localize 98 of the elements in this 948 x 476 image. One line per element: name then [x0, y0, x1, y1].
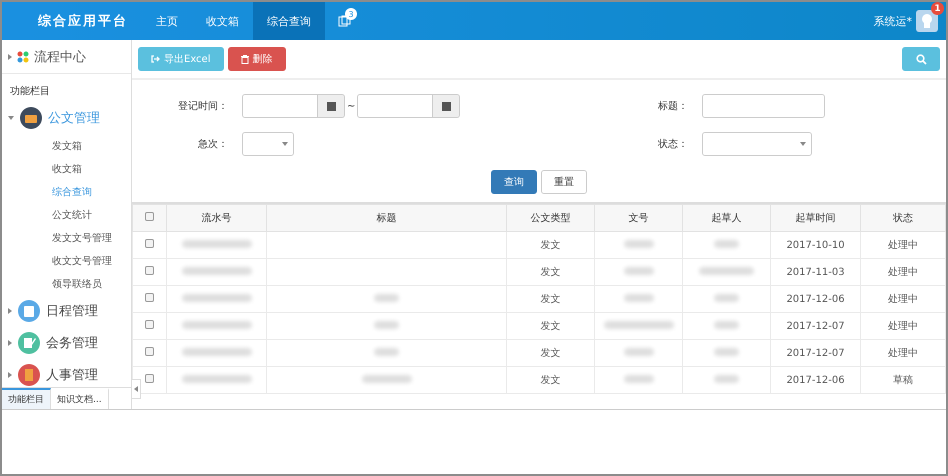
blurred-text [182, 374, 252, 382]
row-checkbox[interactable] [145, 266, 154, 275]
message-badge: 1 [931, 2, 944, 15]
range-separator: ~ [347, 100, 356, 112]
table-cell: 发文 [506, 232, 594, 258]
blurred-text [182, 294, 252, 302]
blurred-text [624, 348, 654, 356]
section-label: 功能栏目 [9, 84, 51, 99]
notification-badge: 3 [345, 8, 357, 20]
blurred-text [714, 348, 739, 356]
row-checkbox[interactable] [145, 374, 154, 383]
field-label: 急次： [197, 138, 229, 151]
nav-tab[interactable]: 收文箱 [192, 2, 253, 40]
table-cell: 2017-11-03 [770, 258, 860, 286]
title-field[interactable] [702, 94, 825, 118]
blurred-text [624, 266, 654, 274]
menu-item[interactable]: 收文箱 [2, 157, 131, 180]
table-cell: 处理中 [860, 232, 946, 258]
date-field[interactable] [357, 94, 434, 118]
row-checkbox[interactable] [145, 239, 154, 248]
blurred-text [714, 320, 739, 328]
blurred-text [182, 266, 252, 274]
blurred-text [714, 374, 739, 382]
user-name[interactable]: 系统运* [874, 14, 912, 28]
menu-group[interactable]: 日程管理 [46, 302, 98, 320]
table-cell: 草稿 [860, 366, 946, 394]
table-cell: 发文 [506, 258, 594, 286]
avatar[interactable] [916, 10, 938, 32]
search-icon [916, 54, 926, 64]
blurred-text [624, 294, 654, 302]
status-select[interactable] [702, 132, 812, 156]
calendar-button[interactable] [318, 94, 345, 118]
table-cell: 2017-12-06 [770, 286, 860, 312]
menu-group[interactable]: 人事管理 [46, 366, 98, 384]
blurred-text [374, 320, 399, 328]
table-cell: 发文 [506, 286, 594, 312]
menu-item[interactable]: 收文文号管理 [2, 249, 131, 272]
field-label: 登记时间： [177, 100, 229, 113]
column-header: 文号 [594, 204, 682, 232]
row-checkbox[interactable] [145, 347, 154, 356]
column-header: 流水号 [166, 204, 266, 232]
table-cell: 2017-12-07 [770, 312, 860, 340]
row-checkbox[interactable] [145, 293, 154, 302]
app-logo: 综合应用平台 [36, 12, 129, 30]
blurred-text [374, 294, 399, 302]
delete-button[interactable]: 删除 [228, 47, 286, 71]
calendar-button[interactable] [433, 94, 460, 118]
table-cell: 发文 [506, 366, 594, 394]
menu-item[interactable]: 发文箱 [2, 134, 131, 157]
table-cell: 2017-10-10 [770, 232, 860, 258]
trash-icon [240, 54, 248, 64]
menu-item[interactable]: 领导联络员 [2, 272, 131, 295]
column-header: 标题 [266, 204, 506, 232]
table-cell: 2017-12-06 [770, 366, 860, 394]
blurred-text [699, 266, 754, 274]
blurred-text [714, 240, 739, 248]
blurred-text [182, 240, 252, 248]
blurred-text [624, 374, 654, 382]
blurred-text [604, 320, 674, 328]
collapse-button[interactable] [131, 379, 141, 399]
table-cell: 发文 [506, 340, 594, 366]
blurred-text [714, 294, 739, 302]
column-header: 状态 [860, 204, 946, 232]
dots-icon [17, 50, 29, 62]
process-center-item[interactable]: 流程中心 [2, 40, 131, 74]
note-icon [18, 332, 40, 354]
blurred-text [624, 240, 654, 248]
field-label: 状态： [657, 138, 689, 151]
menu-item[interactable]: 发文文号管理 [2, 226, 131, 249]
blurred-text [182, 320, 252, 328]
nav-tab[interactable]: 主页 [142, 2, 192, 40]
table-cell: 处理中 [860, 312, 946, 340]
table-cell: 2017-12-07 [770, 340, 860, 366]
column-header: 起草时间 [770, 204, 860, 232]
blurred-text [374, 348, 399, 356]
export-icon [151, 55, 160, 63]
table-cell: 发文 [506, 312, 594, 340]
table-cell: 处理中 [860, 340, 946, 366]
select-all-checkbox[interactable] [145, 212, 154, 221]
blurred-text [362, 374, 412, 382]
table-cell: 处理中 [860, 286, 946, 312]
query-button[interactable]: 查询 [491, 170, 537, 194]
nav-tab[interactable]: 综合查询 [253, 2, 325, 40]
field-label: 标题： [657, 100, 689, 113]
blurred-text [182, 348, 252, 356]
briefcase-icon [20, 107, 42, 129]
search-button[interactable] [902, 47, 940, 71]
book-icon [18, 364, 40, 386]
table-cell: 处理中 [860, 258, 946, 286]
menu-item[interactable]: 公文统计 [2, 203, 131, 226]
reset-button[interactable]: 重置 [541, 170, 587, 194]
urgency-select[interactable] [242, 132, 294, 156]
column-header: 公文类型 [506, 204, 594, 232]
sidebar-tab[interactable]: 功能栏目 [2, 388, 51, 409]
date-field[interactable] [242, 94, 318, 118]
row-checkbox[interactable] [145, 320, 154, 329]
menu-group[interactable]: 会务管理 [46, 334, 98, 352]
column-header: 起草人 [682, 204, 770, 232]
